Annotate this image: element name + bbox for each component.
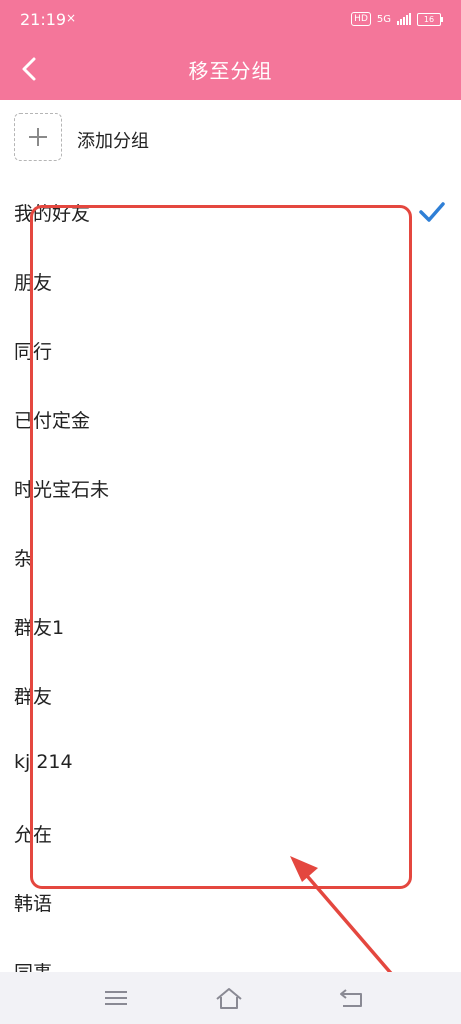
add-group-label: 添加分组: [77, 131, 149, 152]
group-label: 允在: [14, 824, 53, 846]
group-item[interactable]: 群友1: [0, 591, 461, 660]
network-type: 5G: [376, 13, 391, 25]
nav-bar: 移至分组: [0, 40, 461, 100]
status-icons: HD 5G 16: [351, 12, 443, 26]
group-list: 我的好友 朋友 同行 已付定金 时光宝石未 杂 群友1 群友 kj 214 允在…: [0, 177, 461, 1005]
menu-button[interactable]: [101, 984, 131, 1012]
group-label: 群友: [14, 686, 53, 708]
group-item[interactable]: 群友: [0, 660, 461, 729]
group-item[interactable]: 朋友: [0, 246, 461, 315]
group-label: 朋友: [14, 272, 53, 294]
group-item[interactable]: 韩语: [0, 867, 461, 936]
return-icon: [340, 989, 362, 1007]
add-group-button[interactable]: 添加分组: [14, 113, 414, 163]
group-item[interactable]: 允在: [0, 798, 461, 867]
group-label: 杂: [14, 548, 34, 570]
hd-icon: HD: [351, 12, 371, 26]
group-item[interactable]: 杂: [0, 522, 461, 591]
check-icon: [419, 202, 445, 222]
back-nav-button[interactable]: [336, 984, 366, 1012]
battery-icon: 16: [417, 12, 443, 26]
signal-icon: [397, 13, 411, 25]
group-label: 时光宝石未: [14, 479, 110, 501]
status-bar: 21:19 × HD 5G 16: [0, 0, 461, 40]
notification-icon: ×: [66, 11, 77, 25]
group-label: 已付定金: [14, 410, 91, 432]
group-item[interactable]: 我的好友: [0, 177, 461, 246]
group-label: 我的好友: [14, 203, 91, 225]
group-label: kj 214: [14, 751, 73, 773]
system-nav-bar: [0, 972, 461, 1024]
plus-icon: [14, 113, 62, 161]
group-item[interactable]: 同行: [0, 315, 461, 384]
home-icon: [216, 988, 242, 1009]
group-label: 同行: [14, 341, 53, 363]
menu-icon: [105, 991, 127, 1005]
group-item[interactable]: 已付定金: [0, 384, 461, 453]
page-title: 移至分组: [188, 59, 273, 83]
group-label: 韩语: [14, 893, 53, 915]
app-header: 21:19 × HD 5G 16 移至分组: [0, 0, 461, 100]
group-item[interactable]: 时光宝石未: [0, 453, 461, 522]
home-button[interactable]: [214, 984, 244, 1012]
group-item[interactable]: kj 214: [0, 729, 461, 798]
status-time: 21:19: [20, 10, 67, 29]
group-label: 群友1: [14, 617, 65, 639]
